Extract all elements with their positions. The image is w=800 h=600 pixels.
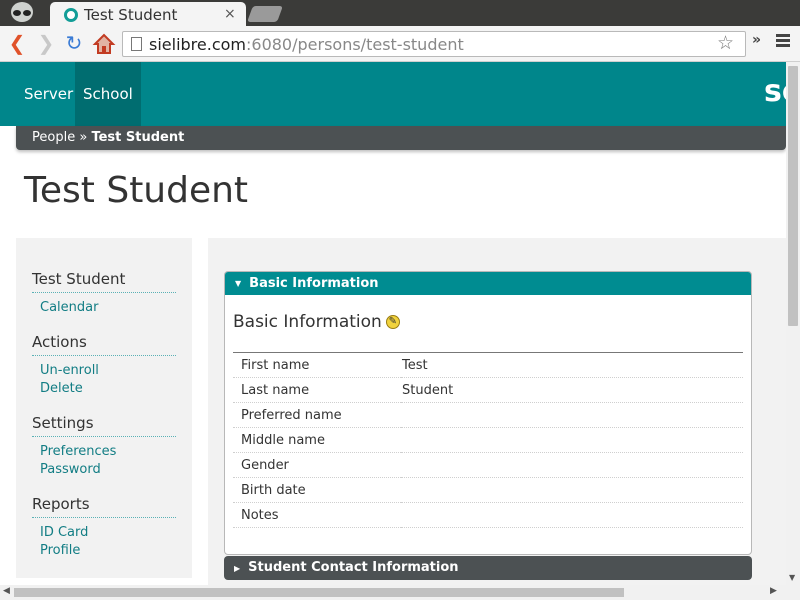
field-value: Student: [402, 382, 454, 398]
sidebar-link-unenroll[interactable]: Un-enroll: [40, 362, 176, 380]
nav-item-school[interactable]: School: [75, 62, 141, 126]
field-value: Test: [402, 357, 428, 373]
reload-icon[interactable]: ↻: [62, 30, 86, 56]
sidebar-group-reports: Reports ID Card Profile: [32, 495, 176, 560]
address-bar[interactable]: sielibre.com:6080/persons/test-student ☆: [122, 31, 746, 57]
browser-tab-strip: Test Student ×: [0, 0, 800, 28]
sidebar-heading-actions: Actions: [32, 333, 176, 356]
vertical-scrollbar[interactable]: ▼: [786, 62, 800, 585]
scroll-right-arrow-icon[interactable]: ▶: [770, 586, 777, 596]
brand-logo[interactable]: sc: [764, 74, 786, 109]
sidebar-link-id-card[interactable]: ID Card: [40, 524, 176, 542]
field-label: Gender: [241, 457, 289, 473]
scroll-down-arrow-icon[interactable]: ▼: [789, 573, 795, 582]
table-row: Notes: [233, 503, 743, 528]
horizontal-scrollbar-thumb[interactable]: [14, 588, 624, 597]
sidebar-link-preferences[interactable]: Preferences: [40, 443, 176, 461]
sidebar-link-calendar[interactable]: Calendar: [40, 299, 176, 317]
browser-menu-icon[interactable]: [776, 34, 790, 49]
triangle-right-icon: ▶: [234, 564, 241, 573]
back-arrow-icon[interactable]: ❮: [5, 30, 29, 56]
basic-info-panel-label: Basic Information: [249, 276, 379, 291]
breadcrumb-current: Test Student: [91, 130, 185, 145]
student-contact-panel-header[interactable]: ▶ Student Contact Information: [224, 556, 752, 580]
sidebar-heading-reports: Reports: [32, 495, 176, 518]
basic-info-panel-header[interactable]: ▼ Basic Information: [225, 272, 751, 295]
basic-info-table: First name Test Last name Student Preferre…: [233, 352, 743, 528]
breadcrumb-separator: »: [79, 130, 88, 145]
tab-title: Test Student: [84, 6, 178, 24]
new-tab-button[interactable]: [247, 6, 283, 22]
url-host: sielibre.com: [149, 35, 246, 54]
basic-info-heading-text: Basic Information: [233, 312, 382, 332]
field-value: [401, 503, 743, 528]
home-icon[interactable]: [92, 31, 116, 57]
sidebar-link-delete[interactable]: Delete: [40, 380, 176, 398]
sidebar-heading-settings: Settings: [32, 414, 176, 437]
horizontal-scrollbar[interactable]: ◀ ▶: [0, 585, 800, 600]
top-navbar: Server School sc: [0, 62, 786, 126]
sidebar-heading-person: Test Student: [32, 270, 176, 293]
field-label: Middle name: [241, 432, 325, 448]
sidebar-link-password[interactable]: Password: [40, 461, 176, 479]
extensions-overflow-button[interactable]: »: [752, 32, 761, 48]
breadcrumb-people-link[interactable]: People: [32, 130, 75, 145]
field-label: Last name: [241, 382, 310, 398]
field-label: Preferred name: [241, 407, 342, 423]
field-label: Notes: [241, 507, 279, 523]
table-row: Middle name: [233, 428, 743, 453]
page-title: Test Student: [24, 170, 249, 211]
table-row: Gender: [233, 453, 743, 478]
page-viewport: Server School sc People » Test Student T…: [0, 62, 786, 585]
basic-info-panel: ▼ Basic Information Basic Information ✎ Fi…: [224, 271, 752, 555]
table-row: Last name Student: [233, 378, 743, 403]
browser-toolbar: ❮ ❯ ↻ sielibre.com:6080/persons/test-stu…: [0, 26, 800, 62]
url-path: :6080/persons/test-student: [246, 35, 464, 54]
url-text: sielibre.com:6080/persons/test-student: [149, 35, 464, 54]
table-row: Preferred name: [233, 403, 743, 428]
bookmark-star-icon[interactable]: ☆: [717, 32, 734, 54]
main-content: ▼ Basic Information Basic Information ✎ Fi…: [208, 238, 786, 585]
sidebar-link-profile[interactable]: Profile: [40, 542, 176, 560]
sidebar: Test Student Calendar Actions Un-enroll …: [16, 238, 192, 578]
sidebar-group-settings: Settings Preferences Password: [32, 414, 176, 479]
scroll-left-arrow-icon[interactable]: ◀: [3, 586, 10, 596]
pencil-edit-icon[interactable]: ✎: [385, 315, 400, 329]
sidebar-group-person: Test Student Calendar: [32, 270, 176, 317]
field-value: [401, 403, 743, 428]
site-favicon-icon: [64, 8, 78, 22]
alien-logo-icon: [11, 2, 33, 22]
basic-info-heading: Basic Information ✎: [233, 312, 400, 332]
sidebar-group-actions: Actions Un-enroll Delete: [32, 333, 176, 398]
browser-tab[interactable]: Test Student ×: [50, 2, 246, 28]
page-icon: [131, 37, 142, 51]
vertical-scrollbar-thumb[interactable]: [788, 66, 798, 326]
field-value: [401, 428, 743, 453]
forward-arrow-icon[interactable]: ❯: [34, 30, 58, 56]
breadcrumb: People » Test Student: [16, 126, 786, 150]
field-label: First name: [241, 357, 310, 373]
table-row: First name Test: [233, 353, 743, 378]
triangle-down-icon: ▼: [235, 279, 242, 288]
field-label: Birth date: [241, 482, 306, 498]
student-contact-panel-label: Student Contact Information: [248, 560, 459, 575]
field-value: [401, 453, 743, 478]
table-row: Birth date: [233, 478, 743, 503]
nav-item-server[interactable]: Server: [16, 62, 81, 126]
tab-close-icon[interactable]: ×: [224, 6, 236, 22]
field-value: [401, 478, 743, 503]
